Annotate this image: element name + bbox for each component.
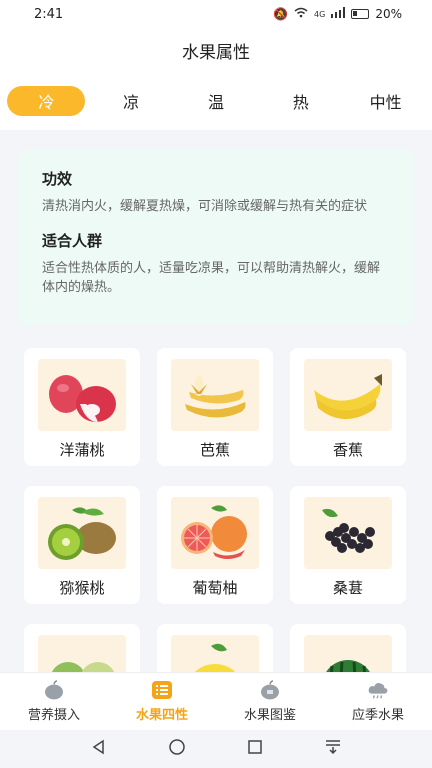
fruit-card[interactable]	[290, 624, 406, 678]
nav-fruit-atlas[interactable]: 水果图鉴	[220, 680, 320, 723]
page-title: 水果属性	[0, 28, 432, 72]
system-nav	[0, 730, 432, 768]
fruit-name: 葡萄柚	[192, 579, 238, 597]
wax-apple-icon	[38, 359, 126, 431]
keyboard-hide-icon[interactable]	[324, 739, 342, 760]
nav-label: 水果图鉴	[243, 708, 296, 723]
grapefruit-icon	[171, 497, 259, 569]
fruit-card[interactable]	[157, 624, 273, 678]
fruit-name: 猕猴桃	[59, 579, 105, 597]
fruit-name: 洋蒲桃	[59, 441, 105, 459]
recents-icon[interactable]	[247, 739, 263, 760]
apple-book-icon	[259, 680, 281, 700]
nav-label: 营养摄入	[27, 708, 80, 723]
people-title: 适合人群	[42, 232, 103, 250]
back-icon[interactable]	[91, 739, 107, 760]
bottom-nav: 营养摄入 水果四性 水果图鉴 应季水果	[0, 672, 432, 730]
status-icons: 🔕 4G 20%	[273, 7, 402, 21]
mulberry-icon	[304, 497, 392, 569]
fruit-grid: 洋蒲桃 芭蕉 香蕉 猕猴桃 葡萄柚 桑葚	[24, 348, 410, 678]
property-tabs: 冷 凉 温 热 中性	[0, 72, 432, 130]
nav-label: 应季水果	[351, 708, 404, 723]
fruit-card[interactable]: 香蕉	[290, 348, 406, 466]
tab-cold[interactable]: 冷	[7, 86, 86, 116]
status-bar: 2:41 🔕 4G 20%	[0, 0, 432, 28]
nav-nutrition[interactable]: 营养摄入	[4, 680, 104, 723]
battery-level: 20%	[375, 7, 402, 21]
apple-icon	[43, 680, 65, 700]
cloud-icon	[367, 680, 389, 700]
info-card: 功效 清热消内火，缓解夏热燥，可消除或缓解与热有关的症状 适合人群 适合性热体质…	[18, 150, 414, 326]
tab-neutral[interactable]: 中性	[347, 86, 425, 116]
nav-seasonal[interactable]: 应季水果	[328, 680, 428, 723]
fruit-card[interactable]: 桑葚	[290, 486, 406, 604]
status-time: 2:41	[34, 6, 64, 22]
fruit-name: 桑葚	[332, 579, 363, 597]
effect-text: 清热消内火，缓解夏热燥，可消除或缓解与热有关的症状	[42, 199, 368, 214]
fruit-name: 芭蕉	[199, 441, 230, 459]
list-icon	[151, 680, 173, 700]
tab-hot[interactable]: 热	[262, 86, 340, 116]
people-text: 适合性热体质的人，适量吃凉果，可以帮助清热解火，缓解体内的燥热。	[42, 261, 381, 295]
fruit-card[interactable]: 洋蒲桃	[24, 348, 140, 466]
nav-four-properties[interactable]: 水果四性	[112, 680, 212, 723]
home-icon[interactable]	[168, 738, 186, 761]
fruit-card[interactable]: 葡萄柚	[157, 486, 273, 604]
tab-warm[interactable]: 温	[177, 86, 255, 116]
fruit-name: 香蕉	[332, 441, 363, 459]
kiwi-icon	[38, 497, 126, 569]
network-type: 4G	[314, 9, 326, 19]
fruit-card[interactable]: 芭蕉	[157, 348, 273, 466]
wifi-icon	[294, 7, 308, 21]
battery-icon	[351, 9, 370, 19]
fruit-card[interactable]	[24, 624, 140, 678]
mute-icon: 🔕	[273, 7, 289, 21]
nav-label: 水果四性	[135, 708, 188, 723]
effect-title: 功效	[42, 170, 73, 188]
banana-icon	[304, 359, 392, 431]
tab-cool[interactable]: 凉	[92, 86, 170, 116]
plantain-icon	[171, 359, 259, 431]
fruit-card[interactable]: 猕猴桃	[24, 486, 140, 604]
signal-icon	[331, 7, 346, 21]
